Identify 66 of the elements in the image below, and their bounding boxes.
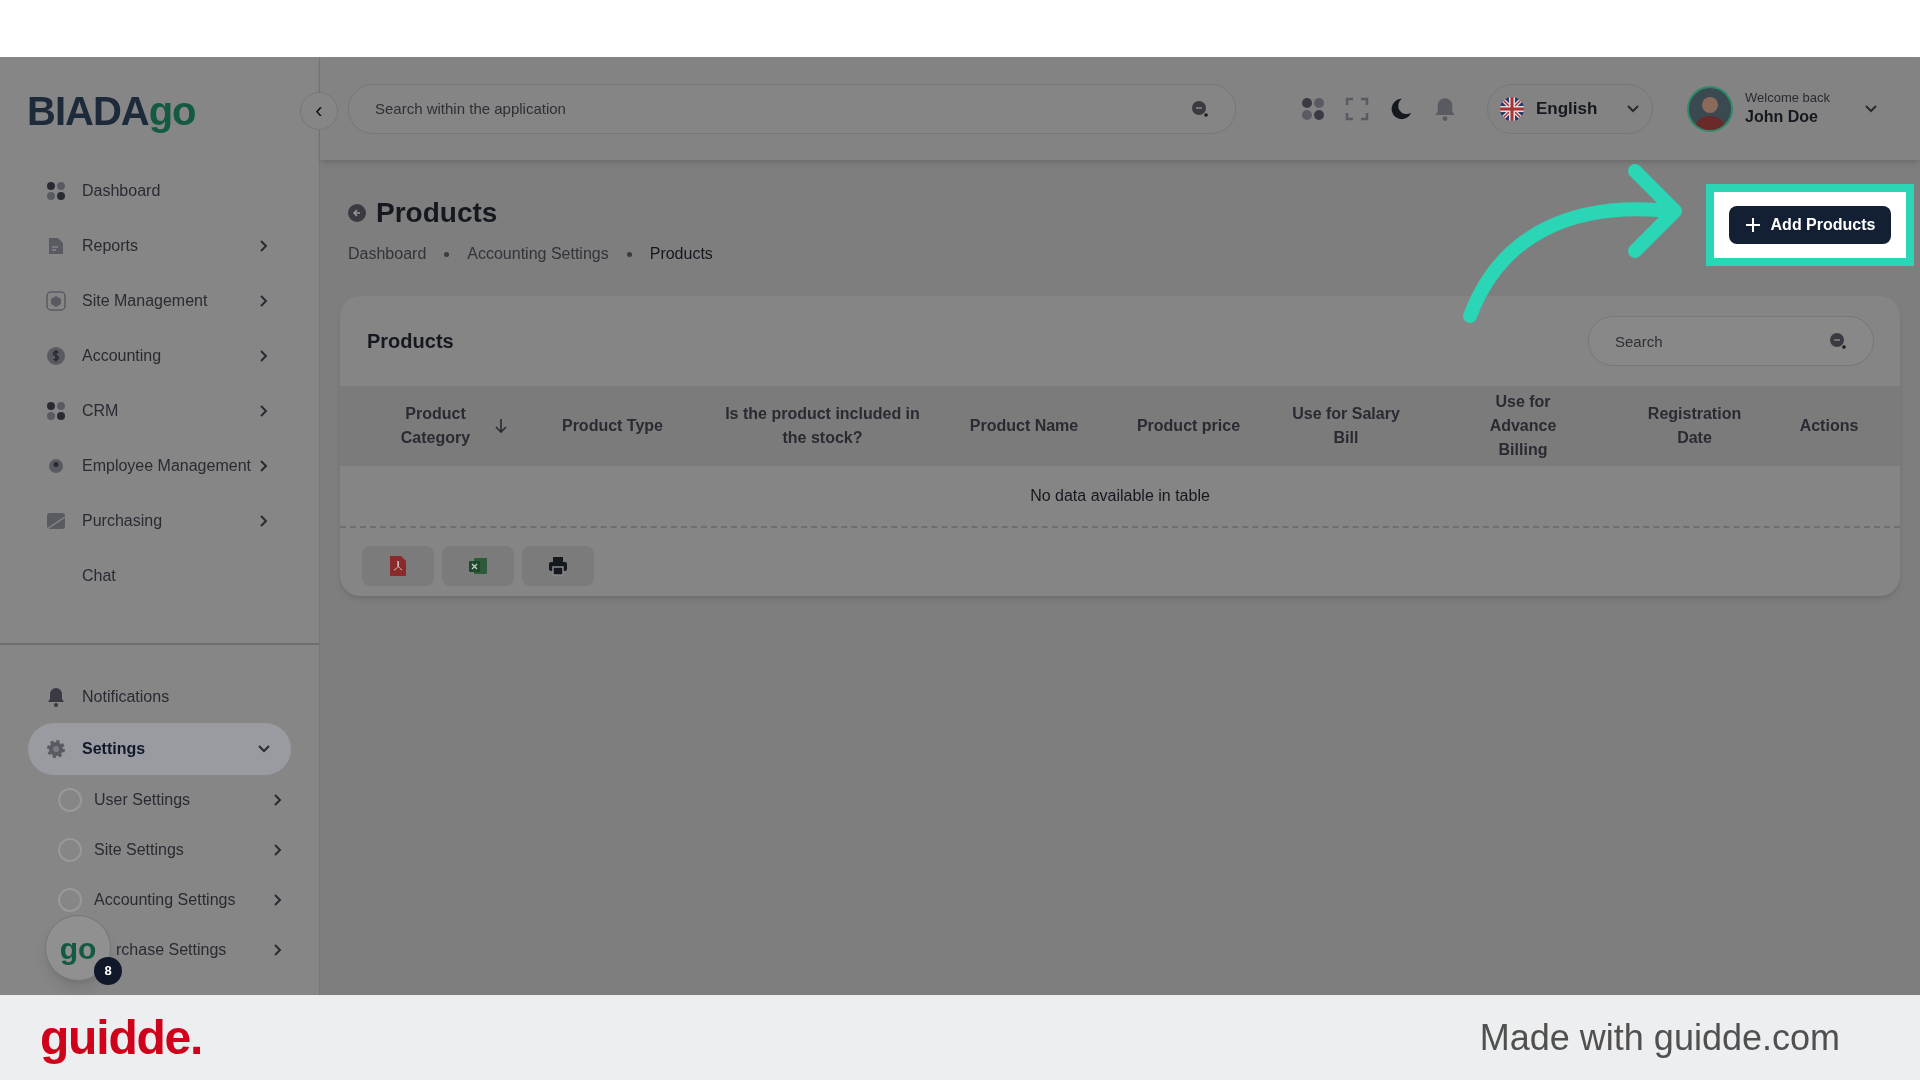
chevron-down-icon <box>1626 103 1640 114</box>
search-field[interactable]: Search within the application <box>348 83 1236 134</box>
sidebar-item[interactable]: Chat <box>0 548 319 603</box>
settings-icon <box>46 739 66 759</box>
sidebar-item[interactable]: Accounting <box>0 328 319 383</box>
fullscreen-icon[interactable] <box>1345 95 1369 122</box>
column-header[interactable]: Product price <box>1136 414 1241 438</box>
column-header[interactable]: Use for Advance Billing <box>1468 390 1578 462</box>
breadcrumb-link[interactable]: Products <box>649 242 713 266</box>
printer-icon <box>547 555 569 577</box>
sidebar-item[interactable]: Reports <box>0 218 319 273</box>
document-icon <box>46 235 66 256</box>
cube-icon <box>46 290 66 311</box>
grid-icon <box>46 400 66 421</box>
sidebar-item[interactable]: Purchasing <box>0 493 319 548</box>
column-header[interactable]: Use for Salary Bill <box>1291 402 1401 450</box>
plus-icon <box>1744 217 1761 233</box>
sidebar-item[interactable]: Notifications <box>28 671 291 723</box>
greeting-text: Welcome back <box>1745 90 1830 107</box>
chevron-right-icon <box>273 793 283 807</box>
brand-logo: BIADAgo <box>27 91 196 131</box>
pdf-file-icon <box>389 555 407 577</box>
bell-icon <box>46 687 66 707</box>
sidebar-item[interactable]: Employee Management <box>0 438 319 493</box>
search-icon <box>1828 331 1848 351</box>
column-header[interactable]: Product Name <box>969 414 1079 438</box>
bell-icon[interactable] <box>1433 95 1457 122</box>
chevron-right-icon <box>273 843 283 857</box>
back-icon[interactable] <box>348 204 366 222</box>
sidebar-item[interactable]: Settings <box>28 723 291 775</box>
column-header[interactable]: Product Type <box>561 414 663 438</box>
chevron-right-icon <box>273 893 283 907</box>
grid-icon <box>46 180 66 201</box>
language-selector[interactable]: English <box>1487 83 1653 134</box>
pdf-export-button[interactable] <box>362 546 434 586</box>
column-header[interactable]: Product Category <box>398 402 473 450</box>
excel-export-button[interactable] <box>442 546 514 586</box>
column-header[interactable]: Registration Date <box>1639 402 1750 450</box>
sidebar-item[interactable]: Site Management <box>0 273 319 328</box>
card-title: Products <box>367 329 454 354</box>
avatar-silhouette <box>1687 85 1733 132</box>
flag-icon <box>1500 96 1524 121</box>
print-export-button[interactable] <box>522 546 594 586</box>
sort-arrow-icon[interactable] <box>495 418 507 434</box>
sidebar-item[interactable]: Dashboard <box>0 163 319 218</box>
user-menu-chevron-icon[interactable] <box>1864 103 1878 114</box>
apps-icon[interactable] <box>1301 95 1325 122</box>
breadcrumb-link[interactable]: Accounting Settings <box>467 242 609 266</box>
page-title: Products <box>376 196 498 230</box>
column-header[interactable]: Actions <box>1799 414 1859 438</box>
search-icon <box>1190 98 1210 119</box>
search-field[interactable]: Search <box>1588 316 1874 366</box>
empty-table-message: No data available in table <box>1030 486 1210 506</box>
collapse-sidebar-button[interactable]: ‹ <box>300 92 338 130</box>
chevron-right-icon <box>273 943 283 957</box>
user-name: John Doe <box>1745 106 1819 127</box>
sidebar-subitem[interactable]: User Settings <box>0 775 319 825</box>
brand-logo: guidde. <box>40 1009 203 1066</box>
spreadsheet-icon <box>468 556 488 576</box>
add-products-button[interactable]: Add Products <box>1729 206 1891 244</box>
sidebar-subitem[interactable]: Site Settings <box>0 825 319 875</box>
column-header[interactable]: Is the product included in the stock? <box>722 402 923 450</box>
credit-text: Made with guidde.com <box>1479 1015 1840 1060</box>
sidebar-item[interactable]: CRM <box>0 383 319 438</box>
breadcrumb-link[interactable]: Dashboard <box>348 242 427 266</box>
dollar-icon <box>46 345 66 366</box>
